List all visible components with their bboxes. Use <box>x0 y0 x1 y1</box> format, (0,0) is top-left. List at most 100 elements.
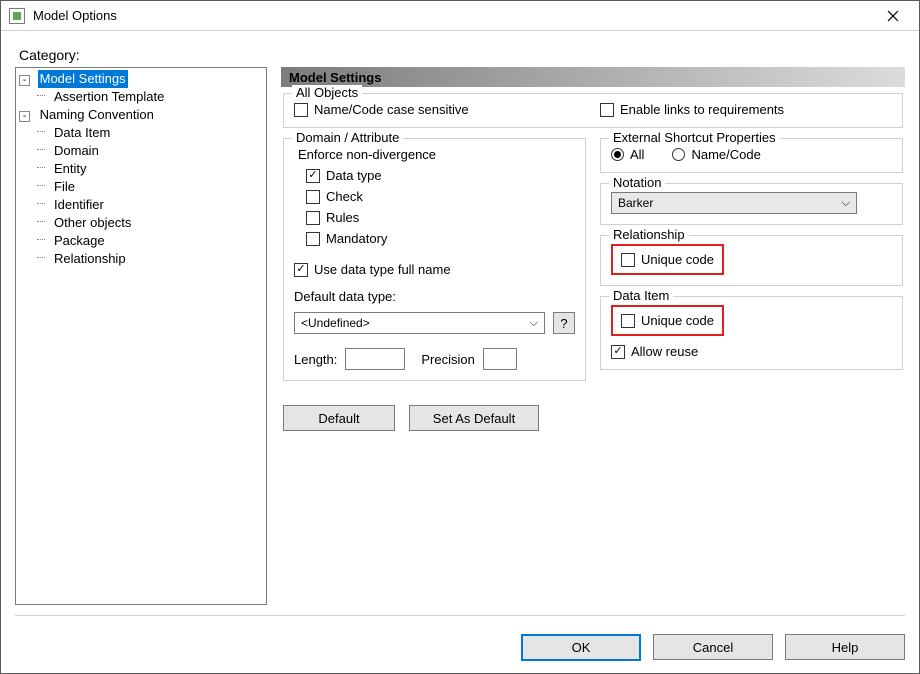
default-data-type-help-button[interactable]: ? <box>553 312 575 334</box>
dialog-body: Category: - Model Settings Assertion Tem… <box>1 31 919 673</box>
tree-item-other-objects[interactable]: Other objects <box>52 214 133 232</box>
checkbox-use-data-type-full-name[interactable]: Use data type full name <box>294 262 451 277</box>
group-relationship: Relationship Unique code <box>600 235 903 286</box>
radio-icon <box>672 148 685 161</box>
divider <box>15 615 905 616</box>
tree-toggle-naming-convention[interactable]: - <box>19 111 30 122</box>
tree-connector-icon <box>37 216 48 227</box>
checkbox-icon <box>294 263 308 277</box>
legend-domain-attribute: Domain / Attribute <box>292 130 403 145</box>
checkbox-rules[interactable]: Rules <box>306 210 575 225</box>
notation-select[interactable]: Barker ⌵ <box>611 192 857 214</box>
tree-connector-icon <box>37 126 48 137</box>
lower-two-col: Domain / Attribute Enforce non-divergenc… <box>283 138 903 381</box>
tree-item-model-settings[interactable]: Model Settings <box>38 70 128 88</box>
ok-button[interactable]: OK <box>521 634 641 661</box>
checkbox-icon <box>306 190 320 204</box>
length-input[interactable] <box>345 348 405 370</box>
category-tree[interactable]: - Model Settings Assertion Template - Na… <box>15 67 267 605</box>
help-button[interactable]: Help <box>785 634 905 660</box>
checkbox-label: Unique code <box>641 252 714 267</box>
radio-label: Name/Code <box>691 147 760 162</box>
settings-pane: Model Settings All Objects Name/Code cas… <box>281 67 905 605</box>
model-options-window: Model Options Category: - Model Settings… <box>0 0 920 674</box>
set-as-default-button[interactable]: Set As Default <box>409 405 539 431</box>
category-label: Category: <box>19 47 905 63</box>
tree-connector-icon <box>37 90 48 101</box>
checkbox-label: Mandatory <box>326 231 387 246</box>
group-domain-attribute: Domain / Attribute Enforce non-divergenc… <box>283 138 586 381</box>
highlight-data-item-unique-code: Unique code <box>611 305 724 336</box>
group-all-objects: All Objects Name/Code case sensitive Ena… <box>283 93 903 128</box>
cancel-button[interactable]: Cancel <box>653 634 773 660</box>
legend-all-objects: All Objects <box>292 85 362 100</box>
precision-input[interactable] <box>483 348 517 370</box>
checkbox-enable-links-requirements[interactable]: Enable links to requirements <box>600 102 892 117</box>
checkbox-check[interactable]: Check <box>306 189 575 204</box>
app-icon <box>9 8 25 24</box>
checkbox-data-type[interactable]: Data type <box>306 168 575 183</box>
titlebar: Model Options <box>1 1 919 31</box>
legend-external-shortcut: External Shortcut Properties <box>609 130 780 145</box>
legend-notation: Notation <box>609 175 665 190</box>
tree-item-naming-convention[interactable]: Naming Convention <box>38 106 156 124</box>
checkbox-label: Unique code <box>641 313 714 328</box>
checkbox-label: Rules <box>326 210 359 225</box>
group-notation: Notation Barker ⌵ <box>600 183 903 225</box>
default-data-type-label: Default data type: <box>294 289 575 304</box>
tree-item-relationship[interactable]: Relationship <box>52 250 128 268</box>
tree-item-identifier[interactable]: Identifier <box>52 196 106 214</box>
checkbox-data-item-unique-code[interactable]: Unique code <box>621 313 714 328</box>
checkbox-icon <box>600 103 614 117</box>
precision-label: Precision <box>421 352 474 367</box>
tree-connector-icon <box>37 162 48 173</box>
tree-connector-icon <box>37 144 48 155</box>
close-button[interactable] <box>871 2 915 30</box>
checkbox-icon <box>306 169 320 183</box>
checkbox-allow-reuse[interactable]: Allow reuse <box>611 344 698 359</box>
dialog-footer: OK Cancel Help <box>15 624 905 661</box>
select-value: <Undefined> <box>301 316 370 330</box>
content-row: - Model Settings Assertion Template - Na… <box>15 67 905 605</box>
enforce-non-divergence-label: Enforce non-divergence <box>298 147 575 162</box>
group-data-item: Data Item Unique code <box>600 296 903 370</box>
checkbox-icon <box>294 103 308 117</box>
length-label: Length: <box>294 352 337 367</box>
checkbox-icon <box>306 232 320 246</box>
legend-relationship: Relationship <box>609 227 689 242</box>
checkbox-mandatory[interactable]: Mandatory <box>306 231 575 246</box>
checkbox-label: Check <box>326 189 363 204</box>
tree-item-file[interactable]: File <box>52 178 77 196</box>
tree-item-assertion-template[interactable]: Assertion Template <box>52 88 166 106</box>
highlight-relationship-unique-code: Unique code <box>611 244 724 275</box>
checkbox-icon <box>621 253 635 267</box>
radio-all[interactable]: All <box>611 147 644 162</box>
tree-item-entity[interactable]: Entity <box>52 160 89 178</box>
group-external-shortcut-properties: External Shortcut Properties All Name/Co… <box>600 138 903 173</box>
window-title: Model Options <box>33 8 117 23</box>
checkbox-label: Allow reuse <box>631 344 698 359</box>
chevron-down-icon: ⌵ <box>530 317 538 330</box>
checkbox-label: Data type <box>326 168 382 183</box>
checkbox-label: Enable links to requirements <box>620 102 784 117</box>
checkbox-icon <box>306 211 320 225</box>
checkbox-label: Name/Code case sensitive <box>314 102 469 117</box>
tree-connector-icon <box>37 252 48 263</box>
tree-connector-icon <box>37 180 48 191</box>
checkbox-name-code-case-sensitive[interactable]: Name/Code case sensitive <box>294 102 586 117</box>
default-data-type-select[interactable]: <Undefined> ⌵ <box>294 312 545 334</box>
default-button[interactable]: Default <box>283 405 395 431</box>
tree-item-data-item[interactable]: Data Item <box>52 124 112 142</box>
tree-item-domain[interactable]: Domain <box>52 142 101 160</box>
tree-item-package[interactable]: Package <box>52 232 107 250</box>
checkbox-icon <box>611 345 625 359</box>
checkbox-label: Use data type full name <box>314 262 451 277</box>
legend-data-item: Data Item <box>609 288 673 303</box>
tree-connector-icon <box>37 198 48 209</box>
radio-icon <box>611 148 624 161</box>
tree-toggle-model-settings[interactable]: - <box>19 75 30 86</box>
chevron-down-icon: ⌵ <box>842 197 850 210</box>
radio-name-code[interactable]: Name/Code <box>672 147 760 162</box>
close-icon <box>887 10 899 22</box>
checkbox-relationship-unique-code[interactable]: Unique code <box>621 252 714 267</box>
